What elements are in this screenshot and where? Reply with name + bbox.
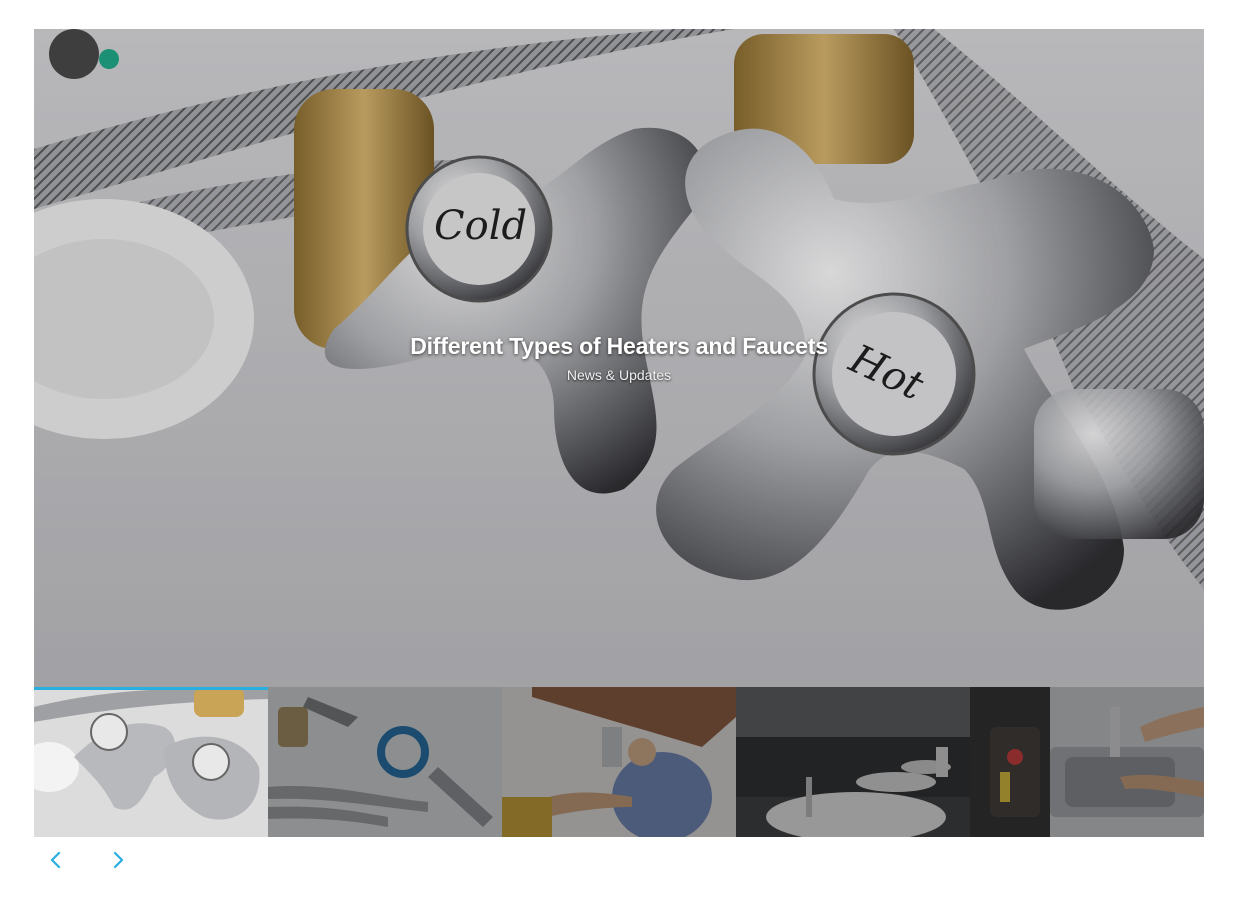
thumb-plumbing-tools[interactable] [268,687,502,837]
slide-category: News & Updates [566,367,672,383]
chevron-right-icon [113,851,124,869]
thumb-faucet-handles[interactable] [34,687,268,837]
featured-slider: Cold Hot Different Types of Heaters and … [34,29,1204,687]
slider-prev-button[interactable] [44,848,68,872]
thumbnail-strip [34,687,1204,837]
slider-next-button[interactable] [106,848,130,872]
slide-caption: Different Types of Heaters and Faucets N… [34,333,1204,383]
chevron-left-icon [50,851,61,869]
thumb-plumber-under-sink[interactable] [502,687,736,837]
slide-title[interactable]: Different Types of Heaters and Faucets [410,333,828,360]
thumb-kitchen-faucet-repair[interactable] [970,687,1204,837]
thumb-bathroom-sinks[interactable] [736,687,970,837]
